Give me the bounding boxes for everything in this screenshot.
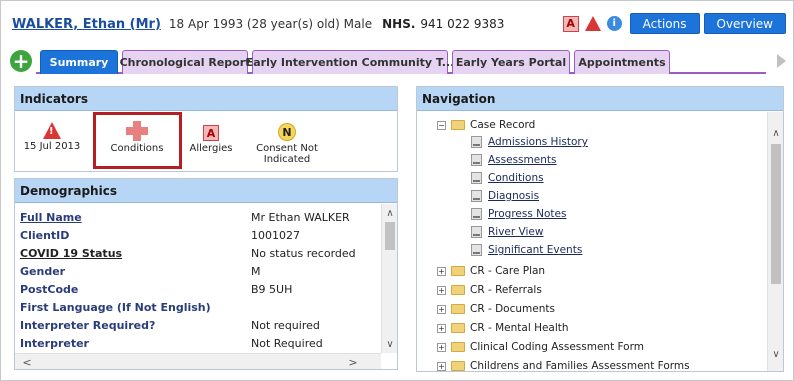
nhs-number: 941 022 9383 (420, 17, 505, 31)
document-icon (471, 136, 482, 148)
demo-row-first-language: First Language (If Not English) (20, 300, 211, 314)
navigation-tree: − Case Record Admissions History Assessm… (417, 112, 767, 371)
tree-folder-mental-health[interactable]: + CR - Mental Health (437, 319, 569, 337)
indicator-alert-date[interactable]: ! 15 Jul 2013 (21, 117, 83, 152)
tree-item-river-view[interactable]: River View (471, 223, 543, 241)
demo-row-interpreter: Interpreter Not Required (20, 336, 323, 350)
scroll-left-icon[interactable]: < (19, 354, 35, 370)
warning-icon: ! (43, 122, 61, 139)
indicator-consent[interactable]: N Consent Not Indicated (247, 119, 327, 165)
consent-icon: N (278, 123, 296, 141)
tab-early-intervention[interactable]: Early Intervention Community T... (246, 50, 454, 74)
demo-row-covid-status: COVID 19 Status No status recorded (20, 246, 356, 260)
expand-icon[interactable]: + (437, 285, 446, 295)
folder-icon (451, 361, 465, 371)
tab-scroll-right-icon[interactable] (777, 54, 786, 68)
conditions-highlight (93, 112, 182, 169)
demographics-title: Demographics (15, 179, 397, 203)
tab-early-years-portal[interactable]: Early Years Portal (452, 50, 570, 74)
actions-button[interactable]: Actions (629, 13, 700, 34)
folder-icon (451, 342, 465, 352)
tab-appointments[interactable]: Appointments (574, 50, 670, 74)
folder-icon (451, 323, 465, 333)
tree-item-assessments[interactable]: Assessments (471, 151, 556, 169)
folder-icon (451, 304, 465, 314)
document-icon (471, 208, 482, 220)
add-tab-button[interactable]: + (10, 50, 32, 72)
demo-row-full-name: Full Name Mr Ethan WALKER (20, 210, 350, 224)
tab-bar: + Summary Chronological Report Early Int… (8, 48, 786, 74)
allergy-icon: A (203, 125, 219, 141)
patient-name-link[interactable]: WALKER, Ethan (Mr) (12, 17, 161, 32)
expand-icon[interactable]: + (437, 304, 446, 314)
demographics-table: Full Name Mr Ethan WALKER ClientID 1001027… (15, 204, 381, 353)
demo-row-interpreter-required: Interpreter Required? Not required (20, 318, 320, 332)
expand-icon[interactable]: + (437, 361, 446, 371)
header-icons: A i Actions Overview (562, 13, 786, 34)
document-icon (471, 244, 482, 256)
tree-folder-care-plan[interactable]: + CR - Care Plan (437, 262, 545, 280)
indicator-allergies[interactable]: A Allergies (185, 119, 237, 154)
scroll-down-icon[interactable]: ∨ (768, 347, 784, 361)
scroll-up-icon[interactable]: ∧ (768, 126, 784, 140)
tab-summary[interactable]: Summary (40, 50, 118, 74)
alert-badge-icon[interactable]: A (562, 15, 579, 32)
tree-item-significant-events[interactable]: Significant Events (471, 241, 582, 259)
expand-icon[interactable]: + (437, 323, 446, 333)
document-icon (471, 226, 482, 238)
demographics-panel: Demographics Full Name Mr Ethan WALKER Cl… (14, 178, 398, 370)
folder-icon (451, 120, 465, 130)
tree-folder-childrens-families[interactable]: + Childrens and Families Assessment Forms (437, 357, 690, 371)
demographics-vertical-scrollbar[interactable]: ∧ ∨ (381, 204, 397, 353)
demo-row-client-id: ClientID 1001027 (20, 228, 300, 242)
patient-header: WALKER, Ethan (Mr) 18 Apr 1993 (28 year(… (8, 8, 786, 40)
tree-item-admissions-history[interactable]: Admissions History (471, 133, 588, 151)
info-icon[interactable]: i (606, 16, 622, 31)
demo-row-postcode: PostCode B9 5UH (20, 282, 293, 296)
warning-icon[interactable] (584, 16, 601, 31)
document-icon (471, 190, 482, 202)
tree-folder-clinical-coding[interactable]: + Clinical Coding Assessment Form (437, 338, 644, 356)
collapse-icon[interactable]: − (437, 120, 446, 130)
folder-icon (451, 266, 465, 276)
expand-icon[interactable]: + (437, 342, 446, 352)
document-icon (471, 154, 482, 166)
demographics-horizontal-scrollbar[interactable]: < > (15, 353, 381, 369)
tree-folder-referrals[interactable]: + CR - Referrals (437, 281, 542, 299)
scroll-thumb[interactable] (385, 222, 395, 250)
scroll-up-icon[interactable]: ∧ (382, 206, 398, 220)
navigation-title: Navigation (417, 87, 783, 111)
tab-chronological-report[interactable]: Chronological Report (120, 50, 250, 74)
navigation-panel: Navigation − Case Record Admissions Hist… (416, 86, 784, 372)
demo-row-gender: Gender M (20, 264, 261, 278)
indicators-title: Indicators (15, 87, 397, 111)
scroll-right-icon[interactable]: > (345, 354, 361, 370)
expand-icon[interactable]: + (437, 266, 446, 276)
tree-folder-case-record[interactable]: − Case Record (437, 116, 535, 134)
indicators-panel: Indicators ! 15 Jul 2013 Conditions A Al… (14, 86, 398, 172)
overview-button[interactable]: Overview (703, 13, 786, 34)
scroll-down-icon[interactable]: ∨ (382, 337, 398, 351)
navigation-vertical-scrollbar[interactable]: ∧ ∨ (767, 112, 783, 371)
scroll-thumb[interactable] (771, 144, 781, 284)
nhs-label: NHS. (382, 17, 416, 31)
tree-folder-documents[interactable]: + CR - Documents (437, 300, 555, 318)
tree-item-progress-notes[interactable]: Progress Notes (471, 205, 566, 223)
folder-icon (451, 285, 465, 295)
patient-info: 18 Apr 1993 (28 year(s) old) Male (168, 17, 373, 31)
tree-item-conditions[interactable]: Conditions (471, 169, 544, 187)
tree-item-diagnosis[interactable]: Diagnosis (471, 187, 539, 205)
document-icon (471, 172, 482, 184)
